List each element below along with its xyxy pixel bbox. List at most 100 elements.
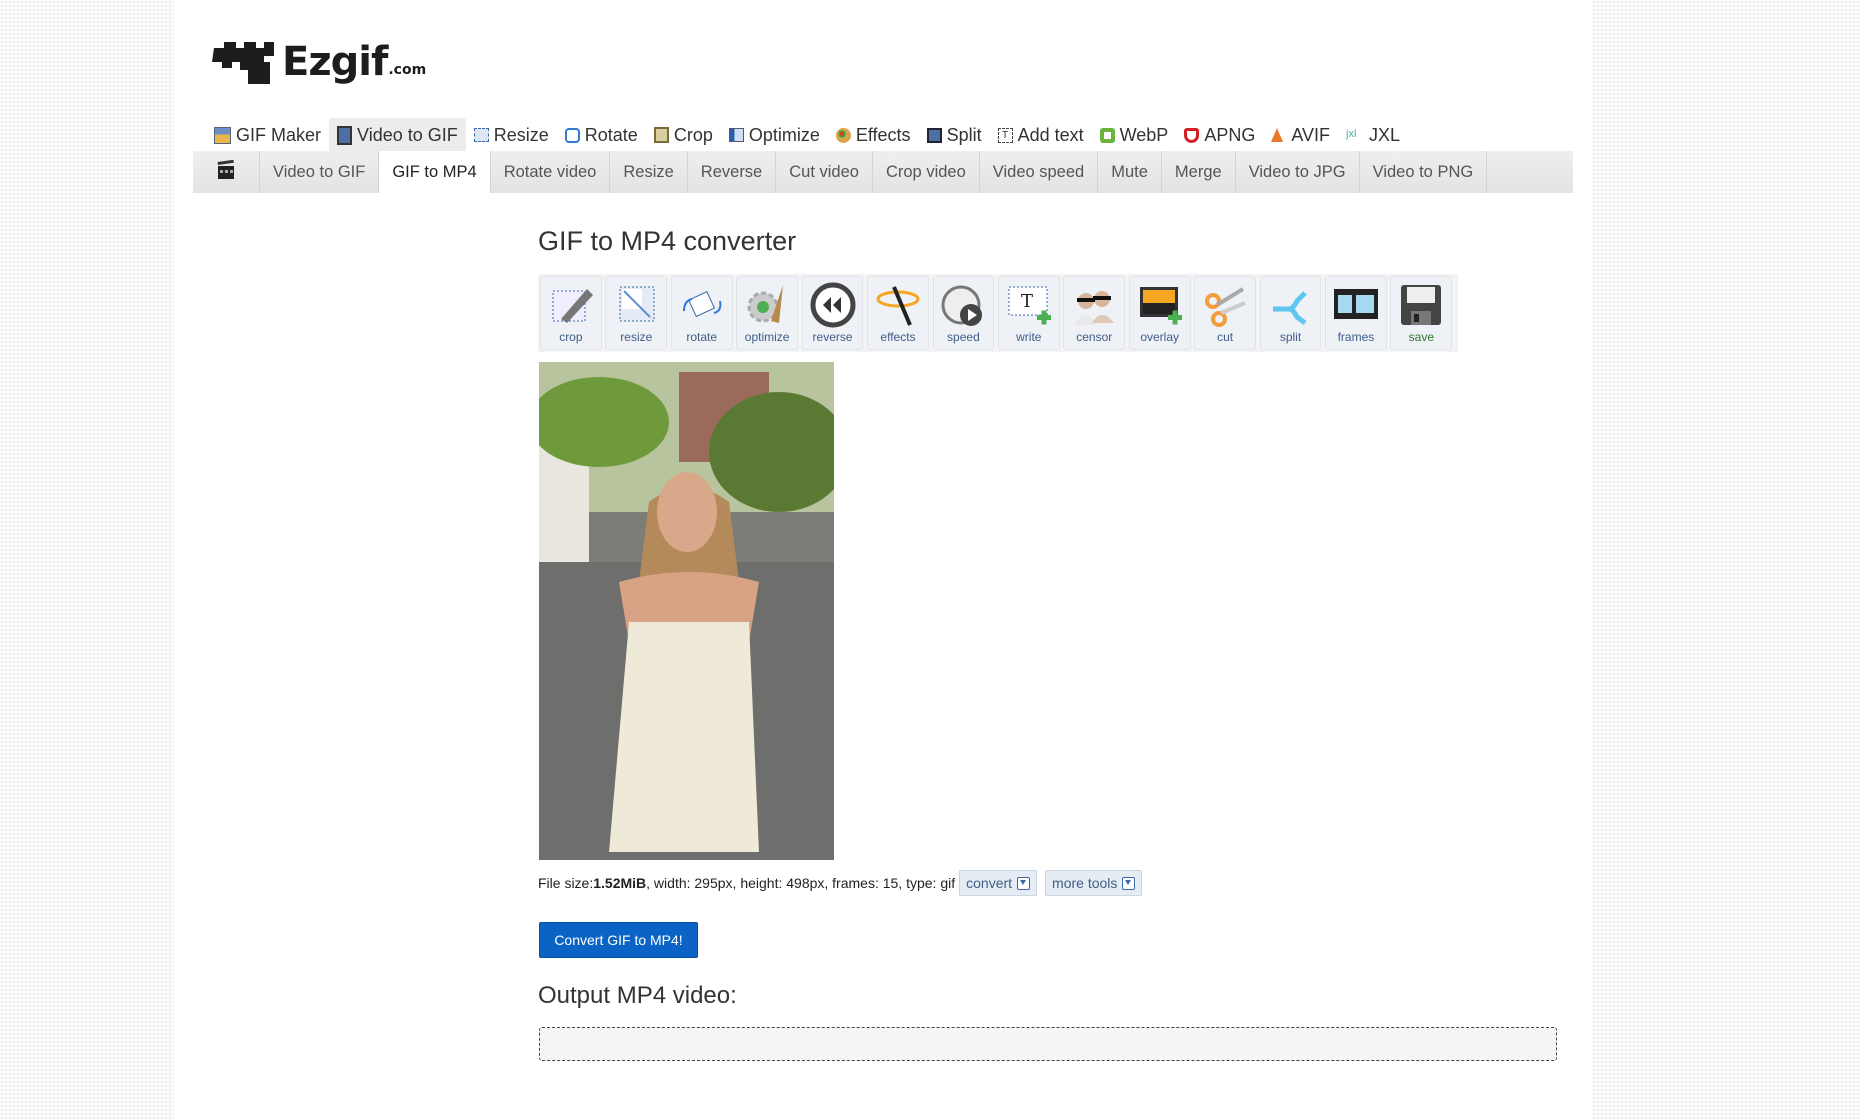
page-title: GIF to MP4 converter [538,226,797,256]
nav-add-text[interactable]: T Add text [990,118,1092,152]
nav-jxl[interactable]: jxl JXL [1338,118,1408,152]
nav-apng[interactable]: APNG [1176,118,1263,152]
sub-nav-video-speed[interactable]: Video speed [980,151,1099,193]
logo-suffix: .com [388,62,427,78]
split-tool-icon [1267,281,1315,329]
tool-cut[interactable]: cut [1194,276,1256,350]
scissors-tool-icon [1201,281,1249,329]
nav-video-to-gif[interactable]: Video to GIF [329,118,466,152]
tool-label: optimize [744,330,790,344]
sub-nav-gif-to-mp4[interactable]: GIF to MP4 [379,151,491,193]
nav-label: Resize [493,124,549,145]
gif-maker-icon [214,126,231,144]
tool-crop[interactable]: crop [540,276,602,350]
tool-rotate[interactable]: rotate [670,276,733,350]
sub-nav: Video to GIF GIF to MP4 Rotate video Res… [193,151,1573,193]
webp-icon [1099,127,1115,143]
tool-label: reverse [812,330,853,344]
sub-nav-video-to-jpg[interactable]: Video to JPG [1236,151,1360,193]
optimize-tool-icon [743,281,791,329]
reverse-tool-icon [809,281,857,329]
output-heading: Output MP4 video: [538,982,737,1009]
nav-avif[interactable]: AVIF [1263,118,1338,152]
tool-censor[interactable]: censor [1063,276,1126,350]
sub-nav-reverse[interactable]: Reverse [688,151,777,193]
sub-nav-crop-video[interactable]: Crop video [873,151,980,193]
nav-label: JXL [1369,124,1401,145]
nav-resize[interactable]: Resize [466,118,557,152]
logo-name: Ezgif [282,39,388,85]
sub-nav-video-to-png[interactable]: Video to PNG [1360,151,1488,193]
logo-mark-icon [212,34,276,84]
file-size-label: File size: [538,875,594,891]
speed-tool-icon [939,281,987,329]
tool-speed[interactable]: speed [932,276,995,350]
tool-optimize[interactable]: optimize [736,276,798,350]
resize-tool-icon [612,281,660,329]
sub-nav-mute[interactable]: Mute [1098,151,1162,193]
tool-label: cut [1217,330,1234,344]
floppy-disk-icon [1397,281,1445,329]
sub-nav-resize[interactable]: Resize [610,151,688,193]
write-tool-icon: T [1005,281,1053,329]
gif-preview-image [539,362,834,860]
sub-nav-video-home[interactable] [193,151,260,193]
split-icon [926,127,942,143]
convert-label: convert [966,875,1013,891]
tool-effects[interactable]: effects [867,276,929,350]
nav-rotate[interactable]: Rotate [557,118,646,152]
rotate-icon [564,127,580,143]
nav-label: WebP [1119,124,1169,145]
tool-save[interactable]: save [1390,276,1453,350]
nav-split[interactable]: Split [919,118,990,152]
edit-toolbar: crop resize rotate optimize reverse effe… [538,274,1458,352]
palette-icon [835,127,851,143]
apng-icon [1184,127,1200,143]
nav-label: AVIF [1291,124,1331,145]
download-arrow-icon [1122,876,1136,890]
nav-label: Crop [673,124,713,145]
frames-tool-icon [1332,281,1380,329]
convert-dropdown-button[interactable]: convert [959,870,1038,896]
sub-nav-cut-video[interactable]: Cut video [776,151,873,193]
nav-effects[interactable]: Effects [828,118,919,152]
add-text-icon: T [997,127,1013,143]
tool-label: write [1016,330,1042,344]
effects-tool-icon [874,281,922,329]
nav-label: Effects [855,124,911,145]
more-tools-label: more tools [1052,875,1118,891]
tool-frames[interactable]: frames [1325,276,1387,350]
nav-optimize[interactable]: Optimize [721,118,828,152]
file-dimensions: , width: 295px, height: 498px, frames: 1… [646,875,956,891]
nav-webp[interactable]: WebP [1092,118,1177,152]
nav-gif-maker[interactable]: GIF Maker [206,118,329,152]
nav-label: Add text [1017,124,1084,145]
svg-text:T: T [1021,291,1033,312]
sub-nav-merge[interactable]: Merge [1162,151,1236,193]
nav-label: Optimize [748,124,820,145]
crop-icon [653,127,669,143]
tool-label: censor [1076,330,1113,344]
film-icon [337,125,353,145]
avif-icon [1271,128,1284,142]
rotate-tool-icon [678,281,726,329]
tool-resize[interactable]: resize [605,276,668,350]
tool-overlay[interactable]: overlay [1128,276,1191,350]
nav-crop[interactable]: Crop [646,118,721,152]
nav-label: Split [946,124,982,145]
ezgif-logo[interactable]: Ezgif .com [212,34,426,84]
more-tools-dropdown-button[interactable]: more tools [1045,870,1143,896]
tool-write[interactable]: Twrite [997,276,1060,350]
tool-split[interactable]: split [1259,276,1322,350]
sub-nav-rotate-video[interactable]: Rotate video [491,151,611,193]
convert-gif-to-mp4-button[interactable]: Convert GIF to MP4! [539,922,698,958]
nav-label: Rotate [584,124,638,145]
sub-nav-video-to-gif[interactable]: Video to GIF [260,151,380,193]
download-arrow-icon [1017,876,1031,890]
censor-tool-icon [1070,281,1118,329]
tool-label: split [1279,330,1302,344]
tool-label: crop [559,330,583,344]
tool-reverse[interactable]: reverse [801,276,864,350]
clapperboard-icon [217,159,235,185]
tool-label: frames [1337,330,1375,344]
